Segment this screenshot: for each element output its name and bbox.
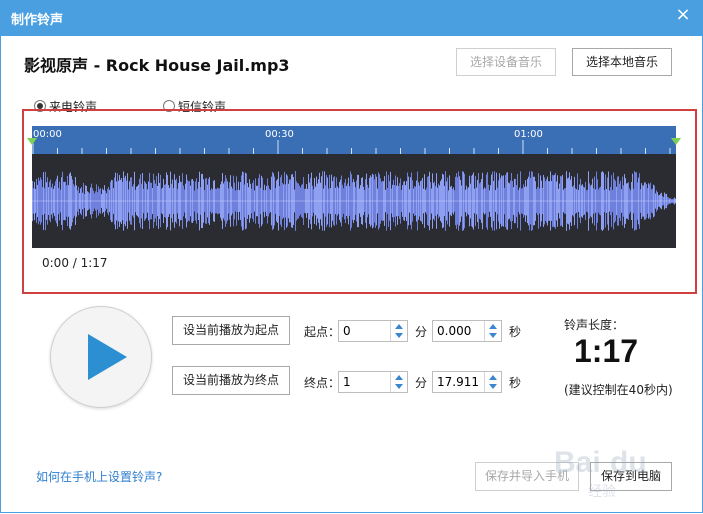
ringtone-length-label: 铃声长度： [564, 318, 625, 332]
waveform-display[interactable] [32, 154, 676, 248]
waveform-graphic [32, 171, 676, 231]
end-label: 终点： [304, 376, 341, 390]
spin-up-icon[interactable] [485, 321, 501, 331]
end-second-input[interactable] [433, 372, 487, 392]
tick-label: 01:00 [514, 129, 543, 140]
second-unit: 秒 [509, 376, 522, 390]
tick-label: 00:00 [33, 129, 62, 140]
select-device-music-button[interactable]: 选择设备音乐 [456, 48, 556, 76]
end-marker-handle[interactable] [671, 138, 681, 145]
spin-down-icon[interactable] [485, 382, 501, 392]
start-minute-stepper[interactable] [338, 320, 408, 342]
tick-label: 00:30 [265, 129, 294, 140]
help-link[interactable]: 如何在手机上设置铃声? [36, 468, 162, 485]
end-minute-input[interactable] [339, 372, 393, 392]
playback-time-readout: 0:00 / 1:17 [42, 256, 108, 270]
end-minute-stepper[interactable] [338, 371, 408, 393]
spin-down-icon[interactable] [485, 331, 501, 341]
timeline-ticks [32, 140, 671, 154]
timeline-ruler[interactable]: 00:00 00:30 01:00 [32, 126, 676, 154]
song-title: 影视原声 - Rock House Jail.mp3 [24, 56, 290, 75]
start-minute-input[interactable] [339, 321, 393, 341]
close-icon[interactable]: × [673, 5, 693, 25]
ringtone-length-note: (建议控制在40秒内) [564, 383, 673, 397]
second-unit: 秒 [509, 325, 522, 339]
play-icon [88, 334, 127, 380]
play-button[interactable] [50, 306, 152, 408]
minute-unit: 分 [415, 325, 428, 339]
end-second-stepper[interactable] [432, 371, 502, 393]
start-label: 起点： [304, 325, 341, 339]
set-start-button[interactable]: 设当前播放为起点 [172, 316, 290, 345]
start-marker-handle[interactable] [27, 138, 37, 145]
window-title: 制作铃声 [11, 13, 64, 28]
svg-text:经验: 经验 [588, 484, 616, 500]
spin-up-icon[interactable] [391, 372, 407, 382]
start-second-input[interactable] [433, 321, 487, 341]
select-local-music-button[interactable]: 选择本地音乐 [572, 48, 672, 76]
set-end-button[interactable]: 设当前播放为终点 [172, 366, 290, 395]
ringtone-length-value: 1:17 [574, 333, 639, 369]
spin-up-icon[interactable] [485, 372, 501, 382]
title-bar: 制作铃声 × [0, 0, 703, 36]
waveform-editor[interactable]: 00:00 00:30 01:00 [32, 126, 676, 248]
minute-unit: 分 [415, 376, 428, 390]
svg-text:Bai: Bai [554, 446, 601, 479]
start-second-stepper[interactable] [432, 320, 502, 342]
spin-up-icon[interactable] [391, 321, 407, 331]
spin-down-icon[interactable] [391, 382, 407, 392]
svg-text:du: du [610, 446, 647, 479]
watermark-logo: Bai du 经验 [548, 434, 698, 506]
spin-down-icon[interactable] [391, 331, 407, 341]
